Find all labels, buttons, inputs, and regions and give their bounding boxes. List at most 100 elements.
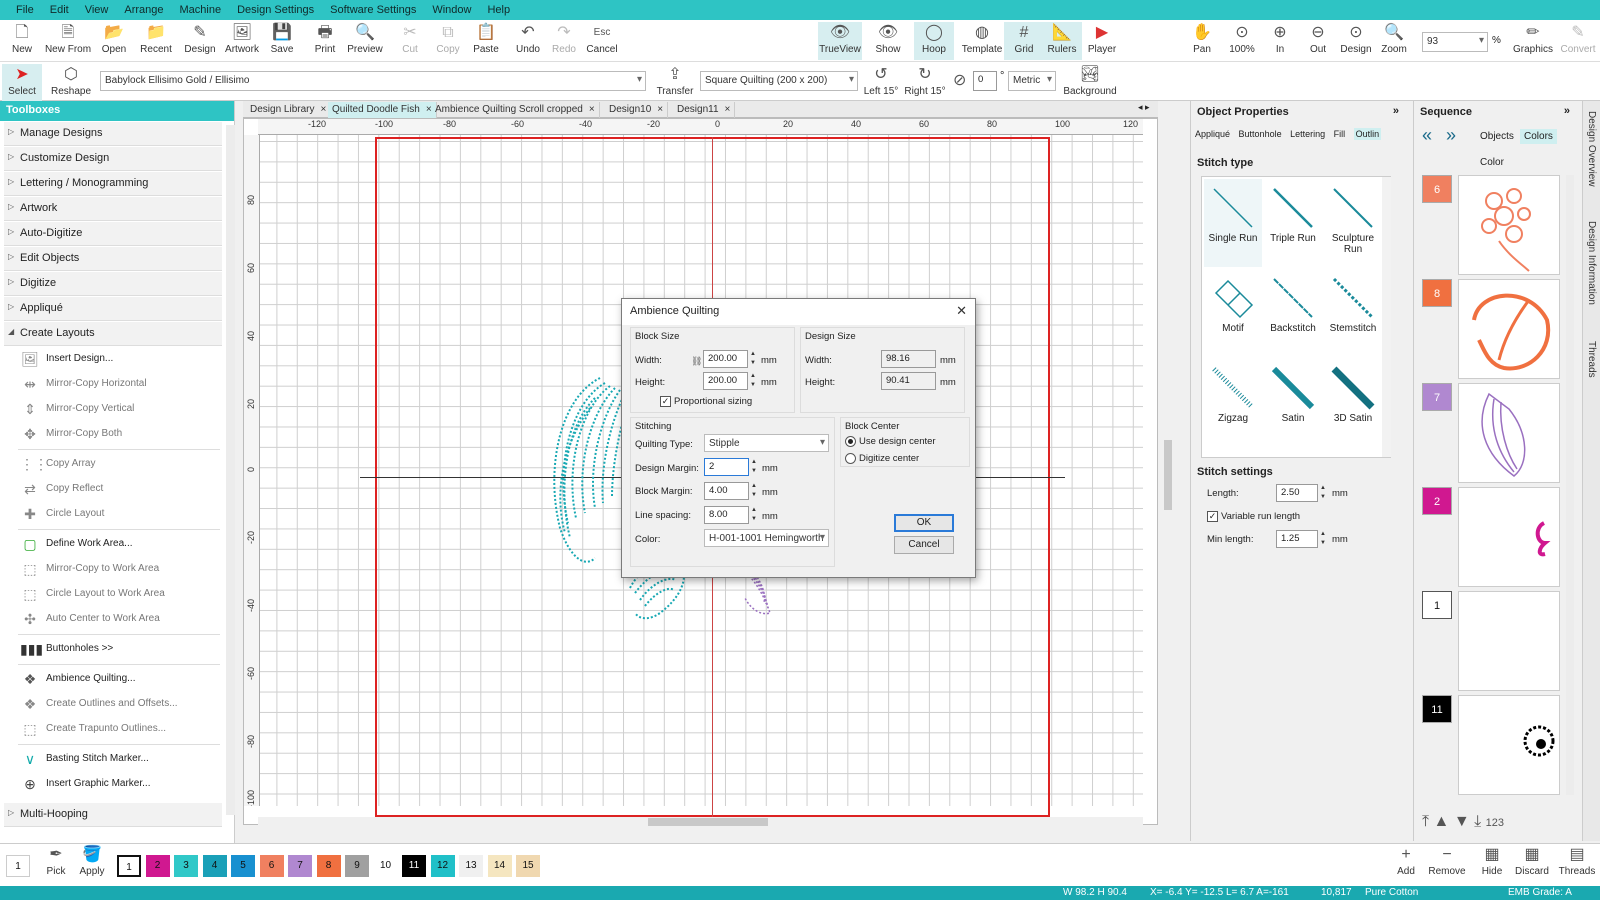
circle-layout-item[interactable]: ✚ Circle Layout	[18, 502, 234, 527]
preview-button[interactable]: 🔍 Preview	[345, 22, 385, 60]
undo-button[interactable]: ↶ Undo	[508, 22, 548, 60]
menu-file[interactable]: File	[8, 4, 42, 16]
convert-button[interactable]: ✎ Convert	[1556, 22, 1600, 60]
color-swatch[interactable]: 12	[430, 855, 455, 877]
discard-button[interactable]: ▦ Discard	[1510, 844, 1554, 882]
close-icon[interactable]: ×	[725, 104, 731, 115]
redo-button[interactable]: ↷ Redo	[544, 22, 584, 60]
new-button[interactable]: 🗋 New	[2, 22, 42, 60]
color-swatch[interactable]: 14	[487, 855, 512, 877]
tab-ambience-quilting-scroll[interactable]: Ambience Quilting Scroll cropped ×	[431, 102, 600, 118]
hide-button[interactable]: ▦ Hide	[1472, 844, 1512, 882]
canvas-h-scrollbar[interactable]	[258, 817, 1143, 827]
cut-button[interactable]: ✂ Cut	[390, 22, 430, 60]
transfer-button[interactable]: ⇪ Transfer	[654, 64, 696, 102]
copy-button[interactable]: ⧉ Copy	[428, 22, 468, 60]
menu-machine[interactable]: Machine	[172, 4, 230, 16]
define-work-area-item[interactable]: ▢ Define Work Area...	[18, 532, 234, 557]
sequence-scrollbar[interactable]	[1566, 175, 1574, 795]
design-information-tab[interactable]: Design Information	[1586, 221, 1597, 305]
block-margin-spinner[interactable]: ▲ ▼	[749, 482, 759, 500]
tab-lettering[interactable]: Lettering	[1290, 129, 1325, 139]
zoom-in-button[interactable]: ⊕ In	[1260, 22, 1300, 60]
color-swatch[interactable]: 11	[402, 855, 426, 877]
close-icon[interactable]: ✕	[956, 303, 967, 319]
hoop-select[interactable]: Square Quilting (200 x 200)	[700, 71, 858, 91]
toolbox-scrollbar[interactable]	[226, 125, 235, 815]
graphics-button[interactable]: ✏ Graphics	[1510, 22, 1556, 60]
digitize-center-radio[interactable]	[845, 453, 856, 464]
design-overview-tab[interactable]: Design Overview	[1586, 111, 1597, 187]
template-button[interactable]: ◍ Template	[958, 22, 1006, 60]
length-input[interactable]: 2.50	[1276, 484, 1318, 502]
color-swatch[interactable]: 1	[117, 855, 141, 877]
trueview-button[interactable]: 👁 TrueView	[818, 22, 862, 60]
buttonholes-item[interactable]: ▮▮▮ Buttonholes >>	[18, 637, 234, 662]
group-auto-digitize[interactable]: Auto-Digitize	[4, 222, 222, 246]
cancel-button[interactable]: Esc Cancel	[582, 22, 622, 60]
sequence-row[interactable]: 8	[1422, 279, 1572, 379]
show-button[interactable]: 👁 Show	[868, 22, 908, 60]
tab-scroll-icon[interactable]: ◂ ▸	[1138, 102, 1150, 113]
group-create-layouts[interactable]: Create Layouts	[4, 322, 222, 346]
tab-fill[interactable]: Fill	[1334, 129, 1346, 139]
ok-button[interactable]: OK	[894, 514, 954, 532]
move-last-icon[interactable]: ⤓	[1474, 813, 1481, 830]
group-edit-objects[interactable]: Edit Objects	[4, 247, 222, 271]
color-swatch[interactable]: 5	[231, 855, 255, 877]
zoom-design-button[interactable]: ⊙ Design	[1336, 22, 1376, 60]
min-length-input[interactable]: 1.25	[1276, 530, 1318, 548]
menu-arrange[interactable]: Arrange	[116, 4, 171, 16]
group-multi-hooping[interactable]: Multi-Hooping	[4, 803, 222, 827]
previous-icon[interactable]: «	[1422, 125, 1432, 146]
stitch-stemstitch[interactable]: Stemstitch	[1324, 269, 1382, 357]
insert-graphic-marker-item[interactable]: ⊕ Insert Graphic Marker...	[18, 772, 234, 797]
move-down-icon[interactable]: ▼	[1454, 813, 1470, 830]
hoop-button[interactable]: ◯ Hoop	[914, 22, 954, 60]
tab-outline[interactable]: Outlin	[1353, 128, 1382, 140]
tab-applique[interactable]: Appliqué	[1195, 129, 1230, 139]
group-artwork[interactable]: Artwork	[4, 197, 222, 221]
color-swatch[interactable]: 3	[174, 855, 198, 877]
color-swatch[interactable]: 6	[259, 855, 284, 877]
angle-input[interactable]: 0	[973, 71, 997, 91]
group-applique[interactable]: Appliqué	[4, 297, 222, 321]
apply-button[interactable]: 🪣 Apply	[72, 844, 112, 882]
line-spacing-spinner[interactable]: ▲ ▼	[749, 506, 759, 524]
color-swatch[interactable]: 7	[288, 855, 312, 877]
menu-window[interactable]: Window	[424, 4, 479, 16]
design-margin-input[interactable]: 2	[704, 458, 749, 476]
variable-run-checkbox[interactable]: ✓	[1207, 511, 1218, 522]
tab-quilted-doodle-fish[interactable]: Quilted Doodle Fish ×	[328, 102, 437, 118]
pan-button[interactable]: ✋ Pan	[1182, 22, 1222, 60]
sequence-row[interactable]: 6	[1422, 175, 1572, 275]
player-button[interactable]: ▶ Player	[1082, 22, 1122, 60]
mirror-copy-horizontal-item[interactable]: ⇹ Mirror-Copy Horizontal	[18, 372, 234, 397]
group-manage-designs[interactable]: Manage Designs	[4, 122, 222, 146]
block-width-input[interactable]: 200.00	[703, 350, 748, 368]
sequence-row[interactable]: 1	[1422, 591, 1572, 691]
color-swatch[interactable]: 4	[202, 855, 227, 877]
sequence-row[interactable]: 11	[1422, 695, 1572, 795]
zoom-combo[interactable]: 93	[1422, 32, 1488, 52]
color-swatch[interactable]: 15	[516, 855, 540, 877]
canvas-v-scrollbar[interactable]	[1163, 135, 1173, 817]
print-button[interactable]: 🖶 Print	[305, 22, 345, 60]
pick-button[interactable]: ✒ Pick	[36, 844, 76, 882]
close-icon[interactable]: ×	[657, 104, 663, 115]
move-first-icon[interactable]: ⤒	[1422, 813, 1429, 830]
stitch-backstitch[interactable]: Backstitch	[1264, 269, 1322, 357]
paste-button[interactable]: 📋 Paste	[466, 22, 506, 60]
design-button[interactable]: ✎ Design	[180, 22, 220, 60]
group-digitize[interactable]: Digitize	[4, 272, 222, 296]
block-width-spinner[interactable]: ▲ ▼	[748, 350, 758, 368]
use-design-center-radio[interactable]	[845, 436, 856, 447]
open-button[interactable]: 📂 Open	[94, 22, 134, 60]
rulers-button[interactable]: 📐 Rulers	[1042, 22, 1082, 60]
color-swatch[interactable]: 9	[345, 855, 369, 877]
menu-help[interactable]: Help	[479, 4, 518, 16]
color-select[interactable]: H-001-1001 Hemingworth	[704, 529, 829, 547]
dialog-cancel-button[interactable]: Cancel	[894, 536, 954, 554]
menu-software-settings[interactable]: Software Settings	[322, 4, 424, 16]
artwork-button[interactable]: 🖼 Artwork	[222, 22, 262, 60]
